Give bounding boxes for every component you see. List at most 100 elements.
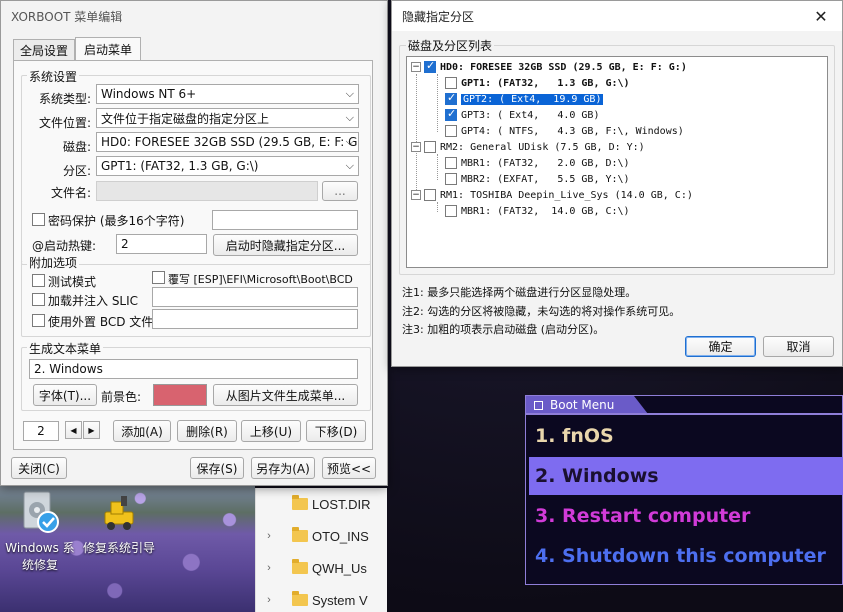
close-button[interactable]: 关闭(C) bbox=[11, 457, 67, 479]
boot-item-windows[interactable]: 2. Windows bbox=[529, 457, 843, 495]
explorer-item[interactable]: LOST.DIR bbox=[256, 492, 388, 516]
tree-checkbox[interactable] bbox=[445, 77, 457, 89]
tab-boot-menu[interactable]: 启动菜单 bbox=[75, 37, 141, 61]
external-bcd-field[interactable] bbox=[152, 309, 358, 329]
boot-item-label: 2. Windows bbox=[535, 465, 659, 487]
tree-node-gpt1[interactable]: GPT1: (FAT32, 1.3 GB, G:\) bbox=[445, 75, 630, 91]
dialog-title: 隐藏指定分区 bbox=[402, 9, 475, 24]
file-location-select[interactable]: 文件位于指定磁盘的指定分区上 ⌵ bbox=[96, 108, 359, 128]
save-as-button[interactable]: 另存为(A) bbox=[251, 457, 315, 479]
explorer-item[interactable]: › System V bbox=[256, 588, 388, 612]
browse-label: ... bbox=[334, 184, 346, 198]
tree-checkbox[interactable] bbox=[445, 107, 457, 121]
browse-button[interactable]: ... bbox=[322, 181, 358, 201]
note-1: 注1: 最多只能选择两个磁盘进行分区显隐处理。 bbox=[402, 286, 637, 299]
test-mode-label: 测试模式 bbox=[48, 275, 97, 289]
dialog-titlebar[interactable]: 隐藏指定分区 ✕ bbox=[392, 1, 842, 31]
tree-checkbox[interactable] bbox=[445, 91, 457, 105]
tree-node-rm2-mbr1[interactable]: MBR1: (FAT32, 2.0 GB, D:\) bbox=[445, 155, 630, 171]
button-label: 添加(A) bbox=[121, 424, 163, 439]
tree-checkbox[interactable] bbox=[424, 141, 436, 153]
chevron-right-icon[interactable]: › bbox=[256, 562, 282, 574]
tree-node-rm2[interactable]: − RM2: General UDisk (7.5 GB, D: Y:) bbox=[411, 139, 645, 155]
fg-color-swatch[interactable] bbox=[153, 384, 207, 406]
tree-checkbox[interactable] bbox=[424, 59, 436, 73]
overwrite-bcd-checkbox[interactable] bbox=[152, 271, 165, 284]
tree-checkbox[interactable] bbox=[445, 205, 457, 217]
tree-connector bbox=[416, 74, 417, 196]
chevron-right-icon[interactable]: › bbox=[256, 594, 282, 606]
repair-tool-icon bbox=[104, 496, 134, 530]
desktop-icon-windows-repair[interactable]: Windows 系统修复 bbox=[0, 488, 80, 574]
tree-node-gpt3[interactable]: GPT3: ( Ext4, 4.0 GB) bbox=[445, 107, 599, 123]
partition-label: 分区: bbox=[63, 164, 92, 178]
tree-checkbox[interactable] bbox=[445, 173, 457, 185]
system-type-select[interactable]: Windows NT 6+ ⌵ bbox=[96, 84, 359, 104]
tree-node-hd0[interactable]: − HD0: FORESEE 32GB SSD (29.5 GB, E: F: … bbox=[411, 59, 687, 75]
font-button[interactable]: 字体(T)... bbox=[33, 384, 97, 406]
group-title: 附加选项 bbox=[27, 254, 80, 271]
slic-file-field[interactable] bbox=[152, 287, 358, 307]
add-button[interactable]: 添加(A) bbox=[113, 420, 171, 442]
boot-item-fnos[interactable]: 1. fnOS bbox=[529, 417, 843, 455]
tree-node-gpt4[interactable]: GPT4: ( NTFS, 4.3 GB, F:\, Windows) bbox=[445, 123, 684, 139]
close-icon[interactable]: ✕ bbox=[808, 5, 834, 27]
disk-partition-tree[interactable]: − HD0: FORESEE 32GB SSD (29.5 GB, E: F: … bbox=[406, 56, 828, 268]
desktop-icon-label: Windows 系统修复 bbox=[5, 541, 75, 572]
tree-node-rm1-mbr1[interactable]: MBR1: (FAT32, 14.0 GB, C:\) bbox=[445, 203, 630, 219]
tree-node-gpt2[interactable]: GPT2: ( Ext4, 19.9 GB) bbox=[445, 91, 604, 107]
password-checkbox[interactable] bbox=[32, 213, 45, 226]
save-button[interactable]: 保存(S) bbox=[190, 457, 244, 479]
move-down-button[interactable]: 下移(D) bbox=[306, 420, 366, 442]
tree-checkbox[interactable] bbox=[445, 157, 457, 169]
password-field[interactable] bbox=[212, 210, 358, 230]
hotkey-value: 2 bbox=[121, 237, 129, 251]
filename-field[interactable] bbox=[96, 181, 318, 201]
slic-checkbox[interactable] bbox=[32, 293, 45, 306]
slic-label: 加载并注入 SLIC bbox=[48, 294, 139, 308]
button-label: 另存为(A) bbox=[256, 461, 310, 476]
partition-select[interactable]: GPT1: (FAT32, 1.3 GB, G:\) ⌵ bbox=[96, 156, 359, 176]
disk-select[interactable]: HD0: FORESEE 32GB SSD (29.5 GB, E: F: G:… bbox=[96, 132, 359, 152]
tree-node-label: GPT4: ( NTFS, 4.3 GB, F:\, Windows) bbox=[461, 125, 684, 137]
tab-label: 启动菜单 bbox=[83, 43, 132, 57]
desktop-icon-boot-repair[interactable]: 修复系统引导 bbox=[79, 488, 159, 557]
tree-node-rm1[interactable]: − RM1: TOSHIBA Deepin_Live_Sys (14.0 GB,… bbox=[411, 187, 693, 203]
hide-partition-button[interactable]: 启动时隐藏指定分区... bbox=[213, 234, 358, 256]
collapse-icon[interactable]: − bbox=[411, 190, 421, 200]
delete-button[interactable]: 删除(R) bbox=[177, 420, 237, 442]
tree-checkbox[interactable] bbox=[445, 125, 457, 137]
tree-node-label: GPT3: ( Ext4, 4.0 GB) bbox=[461, 109, 600, 121]
boot-item-shutdown[interactable]: 4. Shutdown this computer bbox=[529, 537, 843, 575]
tree-node-rm2-mbr2[interactable]: MBR2: (EXFAT, 5.5 GB, Y:\) bbox=[445, 171, 630, 187]
button-label: 启动时隐藏指定分区... bbox=[225, 238, 346, 253]
external-bcd-checkbox[interactable] bbox=[32, 314, 45, 327]
tree-node-label: GPT2: ( Ext4, 19.9 GB) bbox=[461, 93, 604, 105]
explorer-item[interactable]: › OTO_INS bbox=[256, 524, 388, 548]
test-mode-checkbox[interactable] bbox=[32, 274, 45, 287]
boot-item-restart[interactable]: 3. Restart computer bbox=[529, 497, 843, 535]
entry-index-field[interactable]: 2 bbox=[23, 421, 59, 441]
arrow-left-icon: ◀ bbox=[70, 425, 77, 435]
tree-connector bbox=[437, 202, 438, 212]
hotkey-field[interactable]: 2 bbox=[116, 234, 207, 254]
cancel-button[interactable]: 取消 bbox=[763, 336, 834, 357]
ok-button[interactable]: 确定 bbox=[685, 336, 756, 357]
editor-titlebar[interactable]: XORBOOT 菜单编辑 bbox=[1, 1, 387, 31]
prev-entry-button[interactable]: ◀ bbox=[65, 421, 82, 439]
chevron-down-icon: ⌵ bbox=[345, 159, 354, 172]
preview-button[interactable]: 预览<< bbox=[322, 457, 376, 479]
tree-checkbox[interactable] bbox=[424, 189, 436, 201]
collapse-icon[interactable]: − bbox=[411, 142, 421, 152]
collapse-icon[interactable]: − bbox=[411, 62, 421, 72]
chevron-right-icon[interactable]: › bbox=[256, 530, 282, 542]
button-label: 保存(S) bbox=[196, 461, 238, 476]
button-label: 删除(R) bbox=[186, 424, 228, 439]
tab-global-settings[interactable]: 全局设置 bbox=[13, 39, 75, 61]
boot-menu-divider bbox=[526, 413, 843, 415]
next-entry-button[interactable]: ▶ bbox=[83, 421, 100, 439]
menu-text-field[interactable]: 2. Windows bbox=[29, 359, 358, 379]
move-up-button[interactable]: 上移(U) bbox=[241, 420, 301, 442]
generate-from-image-button[interactable]: 从图片文件生成菜单... bbox=[213, 384, 358, 406]
explorer-item[interactable]: › QWH_Us bbox=[256, 556, 388, 580]
